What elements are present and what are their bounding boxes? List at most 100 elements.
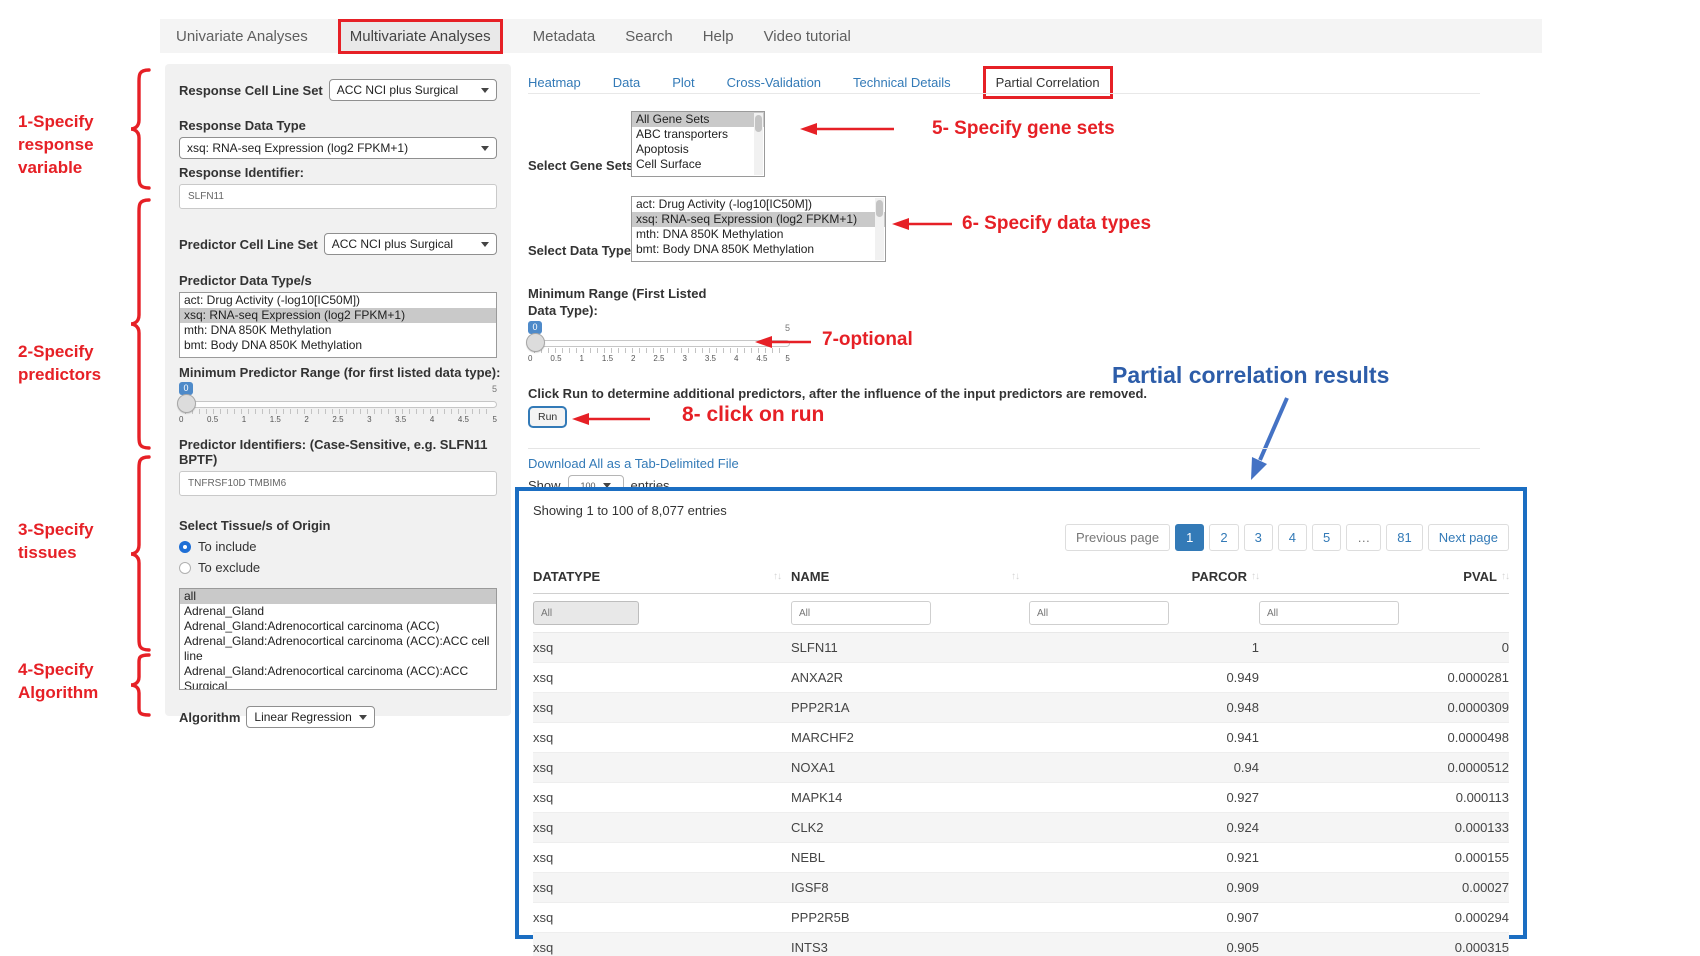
table-row[interactable]: xsq PPP2R5B 0.907 0.000294: [533, 903, 1509, 933]
sort-icon[interactable]: ↑↓: [1501, 571, 1509, 582]
scrollbar[interactable]: [754, 113, 763, 175]
listbox-option[interactable]: Adrenal_Gland: [180, 604, 496, 619]
column-header-name[interactable]: NAME: [791, 569, 829, 584]
response-data-type-select[interactable]: xsq: RNA-seq Expression (log2 FPKM+1): [179, 137, 497, 159]
listbox-option[interactable]: Adrenal_Gland:Adrenocortical carcinoma (…: [180, 634, 496, 664]
listbox-option[interactable]: xsq: RNA-seq Expression (log2 FPKM+1): [632, 212, 885, 227]
listbox-option[interactable]: bmt: Body DNA 850K Methylation: [632, 242, 885, 257]
next-page-button[interactable]: Next page: [1428, 524, 1509, 551]
predictor-cell-line-set-label: Predictor Cell Line Set: [179, 237, 318, 252]
listbox-option[interactable]: ABC transporters: [632, 127, 764, 142]
radio-selected-icon[interactable]: [179, 541, 191, 553]
page-number-button[interactable]: 5: [1312, 524, 1341, 551]
nav-item[interactable]: Multivariate Analyses: [338, 19, 503, 54]
listbox-option[interactable]: act: Drug Activity (-log10[IC50M]): [180, 293, 496, 308]
nav-item[interactable]: Univariate Analyses: [176, 28, 308, 45]
predictor-cell-line-set-select[interactable]: ACC NCI plus Surgical: [324, 233, 497, 255]
response-cell-line-set-select[interactable]: ACC NCI plus Surgical: [329, 79, 497, 101]
listbox-option[interactable]: Apoptosis: [632, 142, 764, 157]
listbox-option[interactable]: Adrenal_Gland:Adrenocortical carcinoma (…: [180, 619, 496, 634]
tick-label: 3: [367, 415, 371, 424]
filter-pval-input[interactable]: [1259, 601, 1399, 625]
tab[interactable]: Cross-Validation: [727, 75, 821, 90]
algorithm-select[interactable]: Linear Regression: [246, 706, 374, 728]
tissues-listbox[interactable]: allAdrenal_GlandAdrenal_Gland:Adrenocort…: [179, 588, 497, 690]
table-row[interactable]: xsq MAPK14 0.927 0.000113: [533, 783, 1509, 813]
nav-item[interactable]: Video tutorial: [764, 28, 851, 45]
table-row[interactable]: xsq INTS3 0.905 0.000315: [533, 933, 1509, 956]
page-number-button[interactable]: 3: [1244, 524, 1273, 551]
filter-datatype-input[interactable]: [533, 601, 639, 625]
nav-item[interactable]: Help: [703, 28, 734, 45]
listbox-option[interactable]: mth: DNA 850K Methylation: [180, 323, 496, 338]
section-divider: [528, 448, 1480, 449]
download-all-link[interactable]: Download All as a Tab-Delimited File: [528, 456, 739, 471]
table-filter-row: [533, 594, 1509, 633]
tab[interactable]: Data: [613, 75, 640, 90]
data-types-listbox[interactable]: act: Drug Activity (-log10[IC50M])xsq: R…: [631, 196, 886, 262]
predictor-data-types-listbox[interactable]: act: Drug Activity (-log10[IC50M])xsq: R…: [179, 292, 497, 358]
step3-bracket: [126, 455, 154, 652]
page-number-button[interactable]: 2: [1209, 524, 1238, 551]
scrollbar-thumb[interactable]: [876, 200, 883, 217]
table-row[interactable]: xsq IGSF8 0.909 0.00027: [533, 873, 1509, 903]
min-predictor-range-slider[interactable]: 0 5 00.511.522.533.544.55: [179, 382, 497, 428]
listbox-option[interactable]: All Gene Sets: [632, 112, 764, 127]
run-button[interactable]: Run: [528, 406, 567, 428]
tissue-include-radio[interactable]: To include: [179, 539, 497, 554]
tick-label: 4.5: [458, 415, 469, 424]
sort-icon[interactable]: ↑↓: [773, 571, 781, 582]
table-row[interactable]: xsq CLK2 0.924 0.000133: [533, 813, 1509, 843]
sort-icon[interactable]: ↑↓: [1011, 571, 1019, 582]
column-header-pval[interactable]: PVAL: [1463, 569, 1497, 584]
filter-parcor-input[interactable]: [1029, 601, 1169, 625]
page-number-button[interactable]: …: [1346, 524, 1381, 551]
response-identifier-label: Response Identifier:: [179, 165, 497, 180]
slider-handle[interactable]: [526, 333, 545, 352]
tab[interactable]: Plot: [672, 75, 694, 90]
predictor-data-types-label: Predictor Data Type/s: [179, 273, 497, 288]
table-row[interactable]: xsq PPP2R1A 0.948 0.0000309: [533, 693, 1509, 723]
radio-unselected-icon[interactable]: [179, 562, 191, 574]
column-header-datatype[interactable]: DATATYPE: [533, 569, 600, 584]
tab[interactable]: Technical Details: [853, 75, 951, 90]
nav-item[interactable]: Search: [625, 28, 673, 45]
page-number-button[interactable]: 81: [1386, 524, 1422, 551]
top-nav: Univariate Analyses Multivariate Analyses…: [160, 19, 1542, 53]
scrollbar-thumb[interactable]: [755, 115, 762, 132]
tab[interactable]: Partial Correlation: [983, 66, 1113, 99]
slider-handle[interactable]: [177, 394, 196, 413]
listbox-option[interactable]: xsq: RNA-seq Expression (log2 FPKM+1): [180, 308, 496, 323]
listbox-option[interactable]: mth: DNA 850K Methylation: [632, 227, 885, 242]
page-number-button[interactable]: 4: [1278, 524, 1307, 551]
response-identifier-input[interactable]: [179, 184, 497, 209]
listbox-option[interactable]: all: [180, 589, 496, 604]
step1-bracket: [126, 68, 154, 190]
nav-item[interactable]: Metadata: [533, 28, 596, 45]
table-row[interactable]: xsq NEBL 0.921 0.000155: [533, 843, 1509, 873]
slider-track[interactable]: [528, 340, 790, 347]
select-gene-sets-label: Select Gene Sets: [528, 158, 634, 173]
slider-track[interactable]: [179, 401, 497, 408]
table-row[interactable]: xsq SLFN11 1 0: [533, 633, 1509, 663]
predictor-identifiers-input[interactable]: [179, 471, 497, 496]
listbox-option[interactable]: bmt: Body DNA 850K Methylation: [180, 338, 496, 353]
listbox-option[interactable]: act: Drug Activity (-log10[IC50M]): [632, 197, 885, 212]
sort-icon[interactable]: ↑↓: [1251, 571, 1259, 582]
response-data-type-label: Response Data Type: [179, 118, 497, 133]
tab[interactable]: Heatmap: [528, 75, 581, 90]
table-row[interactable]: xsq MARCHF2 0.941 0.0000498: [533, 723, 1509, 753]
table-row[interactable]: xsq ANXA2R 0.949 0.0000281: [533, 663, 1509, 693]
minimum-range-slider[interactable]: 0 5 00.511.522.533.544.55: [528, 321, 790, 367]
scrollbar[interactable]: [875, 198, 884, 260]
previous-page-button[interactable]: Previous page: [1065, 524, 1170, 551]
gene-sets-listbox[interactable]: All Gene SetsABC transportersApoptosisCe…: [631, 111, 765, 177]
table-row[interactable]: xsq NOXA1 0.94 0.0000512: [533, 753, 1509, 783]
tissue-exclude-radio[interactable]: To exclude: [179, 560, 497, 575]
page-number-button[interactable]: 1: [1175, 524, 1204, 551]
slider-tick-marks: [534, 348, 784, 353]
column-header-parcor[interactable]: PARCOR: [1192, 569, 1247, 584]
listbox-option[interactable]: Adrenal_Gland:Adrenocortical carcinoma (…: [180, 664, 496, 690]
filter-name-input[interactable]: [791, 601, 931, 625]
listbox-option[interactable]: Cell Surface: [632, 157, 764, 172]
